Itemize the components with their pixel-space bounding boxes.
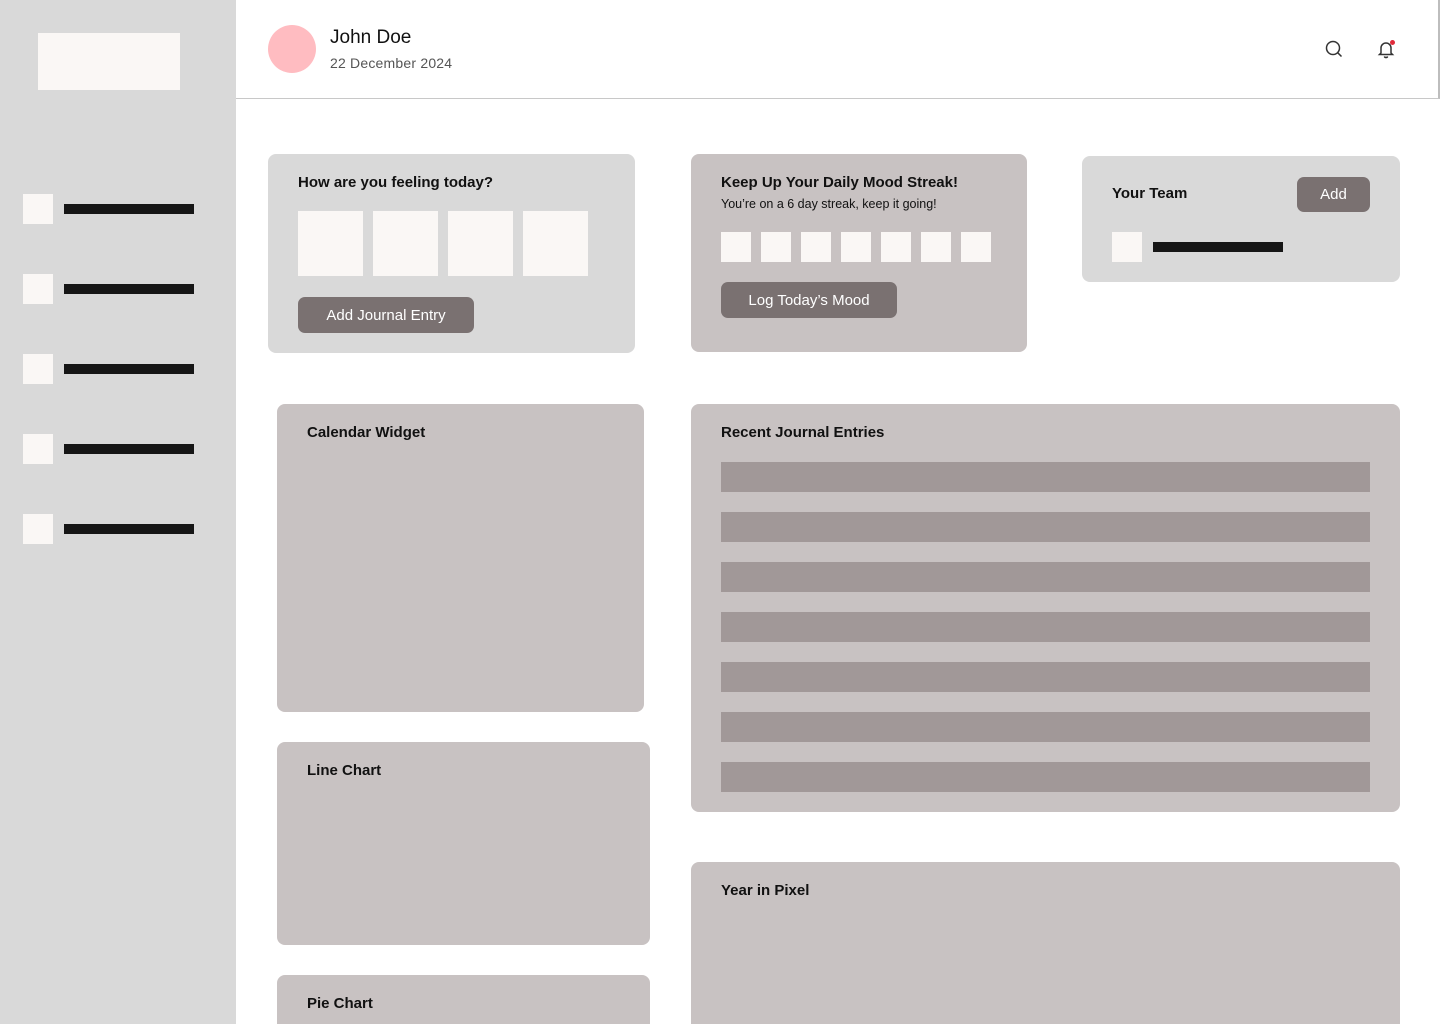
line-chart-title: Line Chart bbox=[307, 762, 382, 779]
team-member-avatar[interactable] bbox=[1112, 232, 1142, 262]
journal-entry-row[interactable] bbox=[721, 762, 1370, 792]
streak-day bbox=[881, 232, 911, 262]
team-member-name-placeholder bbox=[1153, 242, 1283, 252]
nav-label-placeholder bbox=[64, 444, 194, 454]
line-chart-card: Line Chart bbox=[277, 742, 650, 945]
mood-option[interactable] bbox=[448, 211, 513, 276]
mood-option[interactable] bbox=[298, 211, 363, 276]
mood-option[interactable] bbox=[373, 211, 438, 276]
add-team-member-button[interactable]: Add bbox=[1297, 177, 1370, 212]
nav-label-placeholder bbox=[64, 204, 194, 214]
mood-option[interactable] bbox=[523, 211, 588, 276]
journal-entry-row[interactable] bbox=[721, 462, 1370, 492]
mood-card-title: How are you feeling today? bbox=[298, 174, 494, 191]
top-header: John Doe 22 December 2024 bbox=[236, 0, 1440, 99]
streak-day bbox=[761, 232, 791, 262]
nav-icon-placeholder bbox=[23, 354, 53, 384]
nav-label-placeholder bbox=[64, 284, 194, 294]
sidebar-item-5[interactable] bbox=[23, 514, 194, 544]
year-in-pixel-card: Year in Pixel bbox=[691, 862, 1400, 1024]
recent-journal-entries-title: Recent Journal Entries bbox=[721, 424, 885, 441]
nav-icon-placeholder bbox=[23, 514, 53, 544]
streak-day bbox=[841, 232, 871, 262]
logo-placeholder[interactable] bbox=[38, 33, 180, 90]
nav-icon-placeholder bbox=[23, 434, 53, 464]
sidebar-item-1[interactable] bbox=[23, 194, 194, 224]
nav-label-placeholder bbox=[64, 524, 194, 534]
nav-label-placeholder bbox=[64, 364, 194, 374]
nav-icon-placeholder bbox=[23, 274, 53, 304]
pie-chart-title: Pie Chart bbox=[307, 995, 373, 1012]
avatar[interactable] bbox=[268, 25, 316, 73]
search-icon[interactable] bbox=[1323, 38, 1345, 60]
bell-icon[interactable] bbox=[1375, 38, 1397, 60]
calendar-widget-title: Calendar Widget bbox=[307, 424, 426, 441]
log-todays-mood-button[interactable]: Log Today’s Mood bbox=[721, 282, 897, 318]
sidebar-item-2[interactable] bbox=[23, 274, 194, 304]
mood-card: How are you feeling today? Add Journal E… bbox=[268, 154, 635, 353]
journal-entry-row[interactable] bbox=[721, 512, 1370, 542]
journal-entry-row[interactable] bbox=[721, 562, 1370, 592]
notification-dot bbox=[1390, 40, 1395, 45]
journal-entry-row[interactable] bbox=[721, 712, 1370, 742]
streak-card: Keep Up Your Daily Mood Streak! You’re o… bbox=[691, 154, 1027, 352]
streak-day bbox=[961, 232, 991, 262]
streak-card-title: Keep Up Your Daily Mood Streak! bbox=[721, 174, 958, 191]
user-name: John Doe bbox=[330, 27, 412, 48]
nav-icon-placeholder bbox=[23, 194, 53, 224]
add-journal-entry-button[interactable]: Add Journal Entry bbox=[298, 297, 474, 333]
journal-entry-row[interactable] bbox=[721, 662, 1370, 692]
team-card-title: Your Team bbox=[1112, 185, 1188, 202]
team-card: Your Team Add bbox=[1082, 156, 1400, 282]
streak-subtitle: You’re on a 6 day streak, keep it going! bbox=[721, 197, 937, 211]
year-in-pixel-title: Year in Pixel bbox=[721, 882, 810, 899]
streak-day bbox=[801, 232, 831, 262]
sidebar bbox=[0, 0, 236, 1024]
sidebar-item-4[interactable] bbox=[23, 434, 194, 464]
calendar-widget[interactable]: Calendar Widget bbox=[277, 404, 644, 712]
current-date: 22 December 2024 bbox=[330, 55, 453, 71]
recent-journal-entries-card: Recent Journal Entries bbox=[691, 404, 1400, 812]
sidebar-item-3[interactable] bbox=[23, 354, 194, 384]
journal-entry-row[interactable] bbox=[721, 612, 1370, 642]
pie-chart-card: Pie Chart bbox=[277, 975, 650, 1024]
streak-day bbox=[721, 232, 751, 262]
streak-day bbox=[921, 232, 951, 262]
